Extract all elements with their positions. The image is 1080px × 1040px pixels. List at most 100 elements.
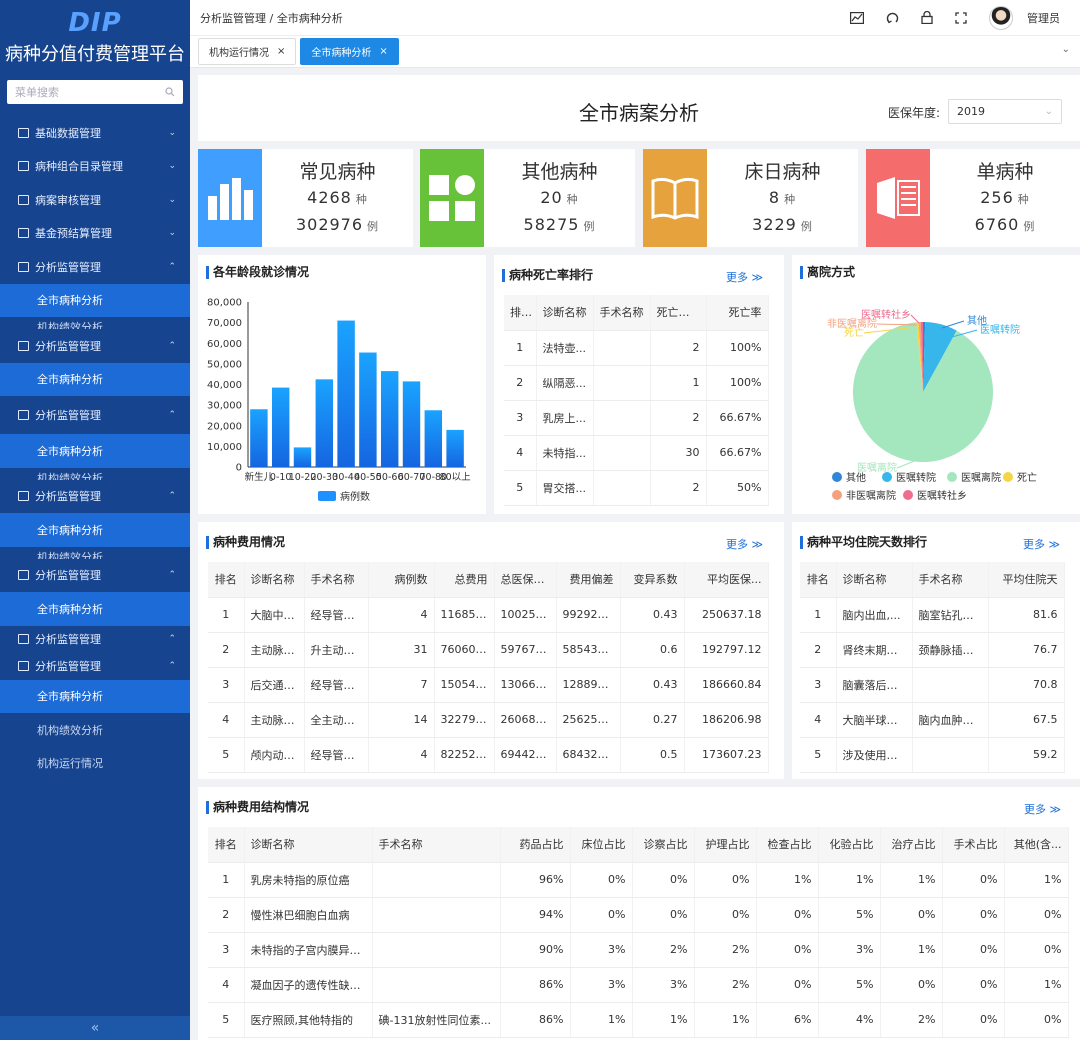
table-row[interactable]: 2 慢性淋巴细胞白血病 94% 0% 0% 0% 0% 5% 0% 0% 0% <box>208 897 1069 933</box>
column-header[interactable]: 护理占比 <box>694 827 757 863</box>
column-header[interactable]: 诊断名称 <box>244 827 373 863</box>
table-row[interactable]: 5 胃交搭... 2 50% <box>504 470 769 506</box>
table-row[interactable]: 2 纵隔恶... 1 100% <box>504 365 769 401</box>
column-header[interactable]: 手术名称 <box>593 295 651 331</box>
column-header[interactable]: 排名 <box>208 562 245 598</box>
table-row[interactable]: 3 脑囊落后综... 70.8 <box>800 667 1065 703</box>
column-header[interactable]: 化验占比 <box>818 827 881 863</box>
column-header[interactable]: 变异系数 <box>620 562 685 598</box>
menu-group-analysis[interactable]: 分析监管管理 ⌃ <box>0 396 190 434</box>
menu-item-fund[interactable]: 基金预结算管理 ⌄ <box>0 217 190 251</box>
legend-swatch[interactable] <box>832 490 842 500</box>
column-header[interactable]: 手术名称 <box>372 827 501 863</box>
legend-swatch[interactable] <box>318 491 336 501</box>
more-link[interactable]: 更多 ≫ <box>726 269 763 285</box>
column-header[interactable]: 诊断名称 <box>536 295 594 331</box>
column-header[interactable]: 平均医保... <box>684 562 769 598</box>
table-row[interactable]: 4主动脉夹...全主动脉...143227997...2606897...256… <box>208 702 769 738</box>
column-header[interactable]: 手术名称 <box>912 562 989 598</box>
table-row[interactable]: 2 肾终末期疾... 颈静脉插管... 76.7 <box>800 632 1065 668</box>
table-row[interactable]: 2主动脉夹...升主动脉...317606096...5976710...585… <box>208 632 769 668</box>
column-header[interactable]: 诊察占比 <box>632 827 695 863</box>
legend-swatch[interactable] <box>947 472 957 482</box>
tab-institution-running[interactable]: 机构运行情况 × <box>198 38 297 65</box>
table-row[interactable]: 1大脑中动...经导管颅...41168523...1002548...9929… <box>208 597 769 633</box>
column-header[interactable]: 治疗占比 <box>880 827 943 863</box>
table-row[interactable]: 3 未特指的子宫内膜异位... 90% 3% 2% 2% 0% 3% 1% 0% 0% <box>208 932 1069 968</box>
column-header[interactable]: 手术占比 <box>942 827 1005 863</box>
table-row[interactable]: 1 脑内出血,... 脑室钻孔引... 81.6 <box>800 597 1065 633</box>
column-header[interactable]: 诊断名称 <box>244 562 305 598</box>
close-icon[interactable]: × <box>277 46 285 57</box>
menu-group-analysis[interactable]: 分析监管管理 ⌃ <box>0 653 190 680</box>
table-row[interactable]: 4 凝血因子的遗传性缺乏... 86% 3% 3% 2% 0% 5% 0% 0% 1% <box>208 967 1069 1003</box>
table-row[interactable]: 4 大脑半球的... 脑内血肿清... 67.5 <box>800 702 1065 738</box>
column-header[interactable]: 检查占比 <box>756 827 819 863</box>
column-header[interactable]: 排名 <box>208 827 245 863</box>
avatar[interactable] <box>989 5 1013 30</box>
more-link[interactable]: 更多 ≫ <box>1024 801 1061 817</box>
submenu-running[interactable]: 机构运行情况 <box>0 747 190 781</box>
menu-item-audit[interactable]: 病案审核管理 ⌄ <box>0 183 190 217</box>
tab-city-analysis[interactable]: 全市病种分析 × <box>300 38 399 65</box>
column-header[interactable]: 其他(含... <box>1004 827 1069 863</box>
bar[interactable] <box>271 387 290 467</box>
column-header[interactable]: 排名 <box>800 562 837 598</box>
bar[interactable] <box>337 320 355 467</box>
legend-swatch[interactable] <box>903 490 913 500</box>
table-row[interactable]: 1 乳房未特指的原位癌 96% 0% 0% 0% 1% 1% 1% 0% 1% <box>208 862 1069 898</box>
column-header[interactable]: 死亡病... <box>650 295 707 331</box>
chevron-down-icon[interactable]: ⌄ <box>1062 44 1070 55</box>
fullscreen-icon[interactable] <box>955 11 967 24</box>
more-link[interactable]: 更多 ≫ <box>1023 536 1060 552</box>
table-row[interactable]: 3 乳房上... 2 66.67% <box>504 400 769 436</box>
menu-item-basic-data[interactable]: 基础数据管理 ⌄ <box>0 116 190 150</box>
bar[interactable] <box>380 371 399 467</box>
submenu-city-analysis[interactable]: 全市病种分析 <box>0 362 190 396</box>
bar[interactable] <box>250 409 268 467</box>
username[interactable]: 管理员 <box>1027 10 1060 26</box>
column-header[interactable]: 排名 <box>504 295 537 331</box>
trend-icon[interactable] <box>850 11 864 24</box>
column-header[interactable]: 总费用 <box>434 562 495 598</box>
collapse-sidebar-button[interactable]: « <box>0 1016 190 1040</box>
menu-group-analysis[interactable]: 分析监管管理 ⌃ <box>0 329 190 363</box>
column-header[interactable]: 平均住院天 <box>988 562 1065 598</box>
column-header[interactable]: 费用偏差 <box>556 562 621 598</box>
legend-swatch[interactable] <box>832 472 842 482</box>
submenu-city-analysis[interactable]: 全市病种分析 <box>0 592 190 626</box>
more-link[interactable]: 更多 ≫ <box>726 536 763 552</box>
menu-item-catalog[interactable]: 病种组合目录管理 ⌄ <box>0 150 190 184</box>
table-row[interactable]: 5 医疗照顾,其他特指的 碘-131放射性同位素... 86% 1% 1% 1% 6% 4% 2%… <box>208 1002 1069 1038</box>
column-header[interactable]: 药品占比 <box>500 827 571 863</box>
table-row[interactable]: 1 法特壶... 2 100% <box>504 330 769 366</box>
bar[interactable] <box>424 410 443 467</box>
column-header[interactable]: 总医保费... <box>494 562 557 598</box>
year-select[interactable]: 2019 ⌄ <box>948 99 1062 124</box>
bar[interactable] <box>293 447 312 467</box>
column-header[interactable]: 床位占比 <box>570 827 633 863</box>
column-header[interactable]: 病例数 <box>368 562 435 598</box>
menu-group-analysis[interactable]: 分析监管管理 ⌃ <box>0 250 190 284</box>
bar[interactable] <box>315 379 334 467</box>
submenu-city-analysis[interactable]: 全市病种分析 <box>0 513 190 547</box>
table-row[interactable]: 5 颅内动脉... 经导管颅... 4 822521.... 694428.9 684324… <box>208 737 769 773</box>
menu-group-analysis[interactable]: 分析监管管理 ⌃ <box>0 626 190 653</box>
column-header[interactable]: 手术名称 <box>304 562 369 598</box>
table-row[interactable]: 5 涉及使用其... 59.2 <box>800 737 1065 773</box>
menu-group-analysis[interactable]: 分析监管管理 ⌃ <box>0 559 190 593</box>
menu-group-analysis[interactable]: 分析监管管理 ⌃ <box>0 480 190 514</box>
legend-swatch[interactable] <box>1003 472 1013 482</box>
bar[interactable] <box>402 381 421 467</box>
submenu-city-analysis[interactable]: 全市病种分析 <box>0 679 190 713</box>
menu-search-input[interactable]: 菜单搜索 <box>7 80 183 104</box>
lock-icon[interactable] <box>921 11 933 24</box>
column-header[interactable]: 诊断名称 <box>836 562 913 598</box>
close-icon[interactable]: × <box>379 46 387 57</box>
bar[interactable] <box>359 352 377 467</box>
legend-swatch[interactable] <box>882 472 892 482</box>
bar[interactable] <box>446 429 464 467</box>
submenu-city-analysis[interactable]: 全市病种分析 <box>0 283 190 317</box>
table-row[interactable]: 4 未特指... 30 66.67% <box>504 435 769 471</box>
submenu-performance[interactable]: 机构绩效分析 <box>0 713 190 747</box>
